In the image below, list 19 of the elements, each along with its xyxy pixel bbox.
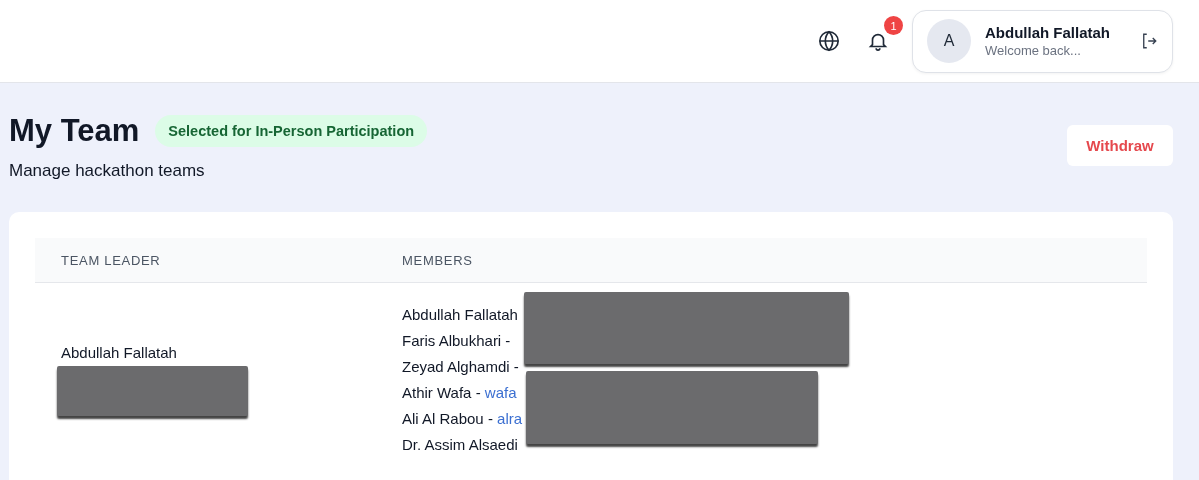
page-title: My Team xyxy=(9,113,140,149)
status-badge: Selected for In-Person Participation xyxy=(155,115,428,147)
user-name: Abdullah Fallatah xyxy=(985,24,1111,41)
member-entry: Dr. Assim Alsaedi xyxy=(402,435,519,455)
column-header: TEAM LEADER xyxy=(60,252,162,268)
column-header: MEMBERS xyxy=(402,252,474,268)
member-entry: Abdullah Fallatah xyxy=(402,305,519,325)
member-entry: Athir Wafa - wafa xyxy=(402,383,518,403)
avatar: A xyxy=(927,19,971,63)
user-subtitle: Welcome back... xyxy=(985,43,1082,58)
member-entry: Ali Al Rabou - alra xyxy=(402,409,523,429)
withdraw-button[interactable]: Withdraw xyxy=(1067,125,1173,166)
member-entry: Faris Albukhari - xyxy=(402,331,512,351)
logout-icon[interactable] xyxy=(1140,32,1158,50)
page-subtitle: Manage hackathon teams xyxy=(9,161,206,181)
leader-name: Abdullah Fallatah xyxy=(61,344,178,361)
member-entry: Zeyad Alghamdi - xyxy=(402,357,520,377)
notification-badge: 1 xyxy=(884,16,903,35)
globe-icon[interactable] xyxy=(816,28,842,54)
